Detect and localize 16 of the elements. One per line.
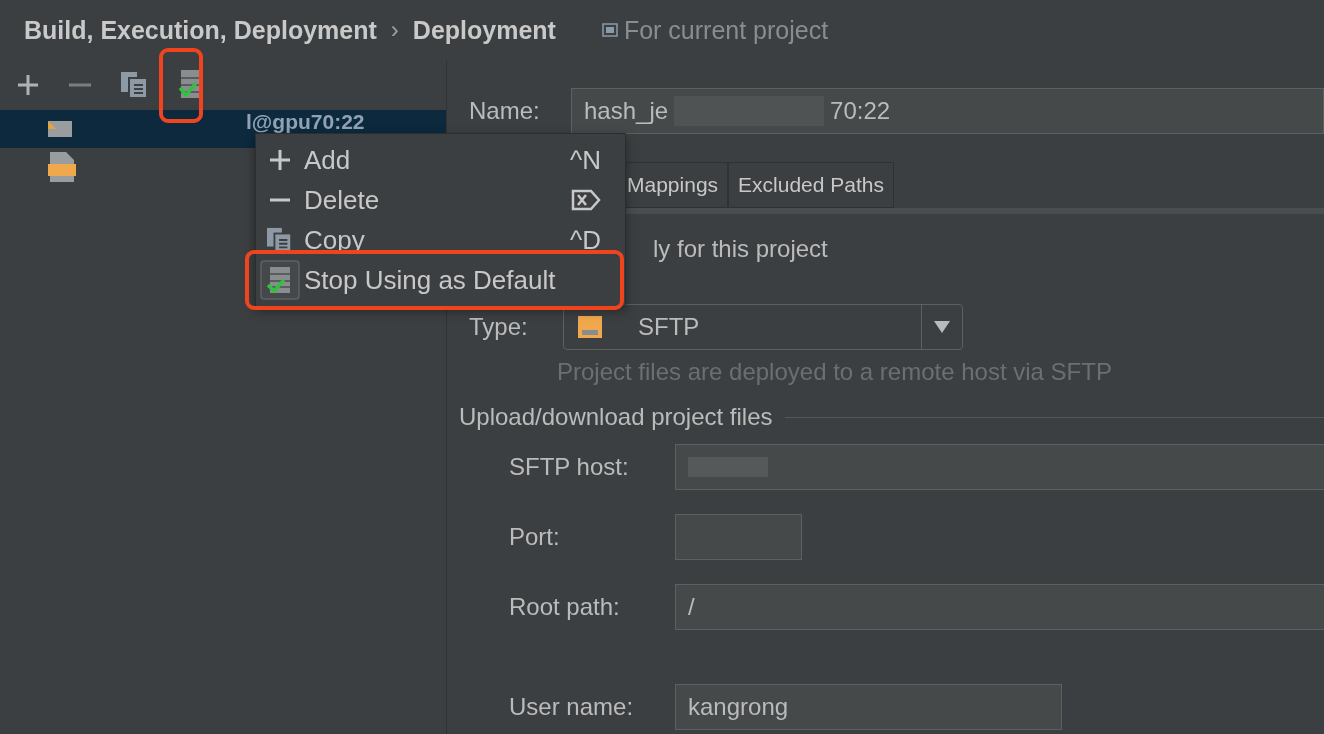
type-label: Type:: [469, 313, 529, 341]
page-title: Deployment: [412, 15, 556, 45]
scope-label: For current project: [623, 15, 829, 45]
shortcut-label: ^D: [570, 224, 601, 256]
field-value: hash_je: [584, 97, 669, 125]
port-label: Port:: [509, 523, 561, 551]
breadcrumb-separator: ›: [390, 16, 399, 44]
tree-item-label: l@gpu70:22: [246, 111, 365, 133]
section-title: Upload/download project files: [459, 403, 773, 431]
field-value: 70:22: [830, 97, 891, 125]
user-name-label: User name:: [509, 693, 635, 721]
shortcut-label: ^N: [570, 144, 601, 176]
host-label: SFTP host:: [509, 453, 630, 481]
root-path-label: Root path:: [509, 593, 621, 621]
checkbox-label: ly for this project: [653, 235, 828, 263]
name-label: Name:: [469, 97, 541, 125]
